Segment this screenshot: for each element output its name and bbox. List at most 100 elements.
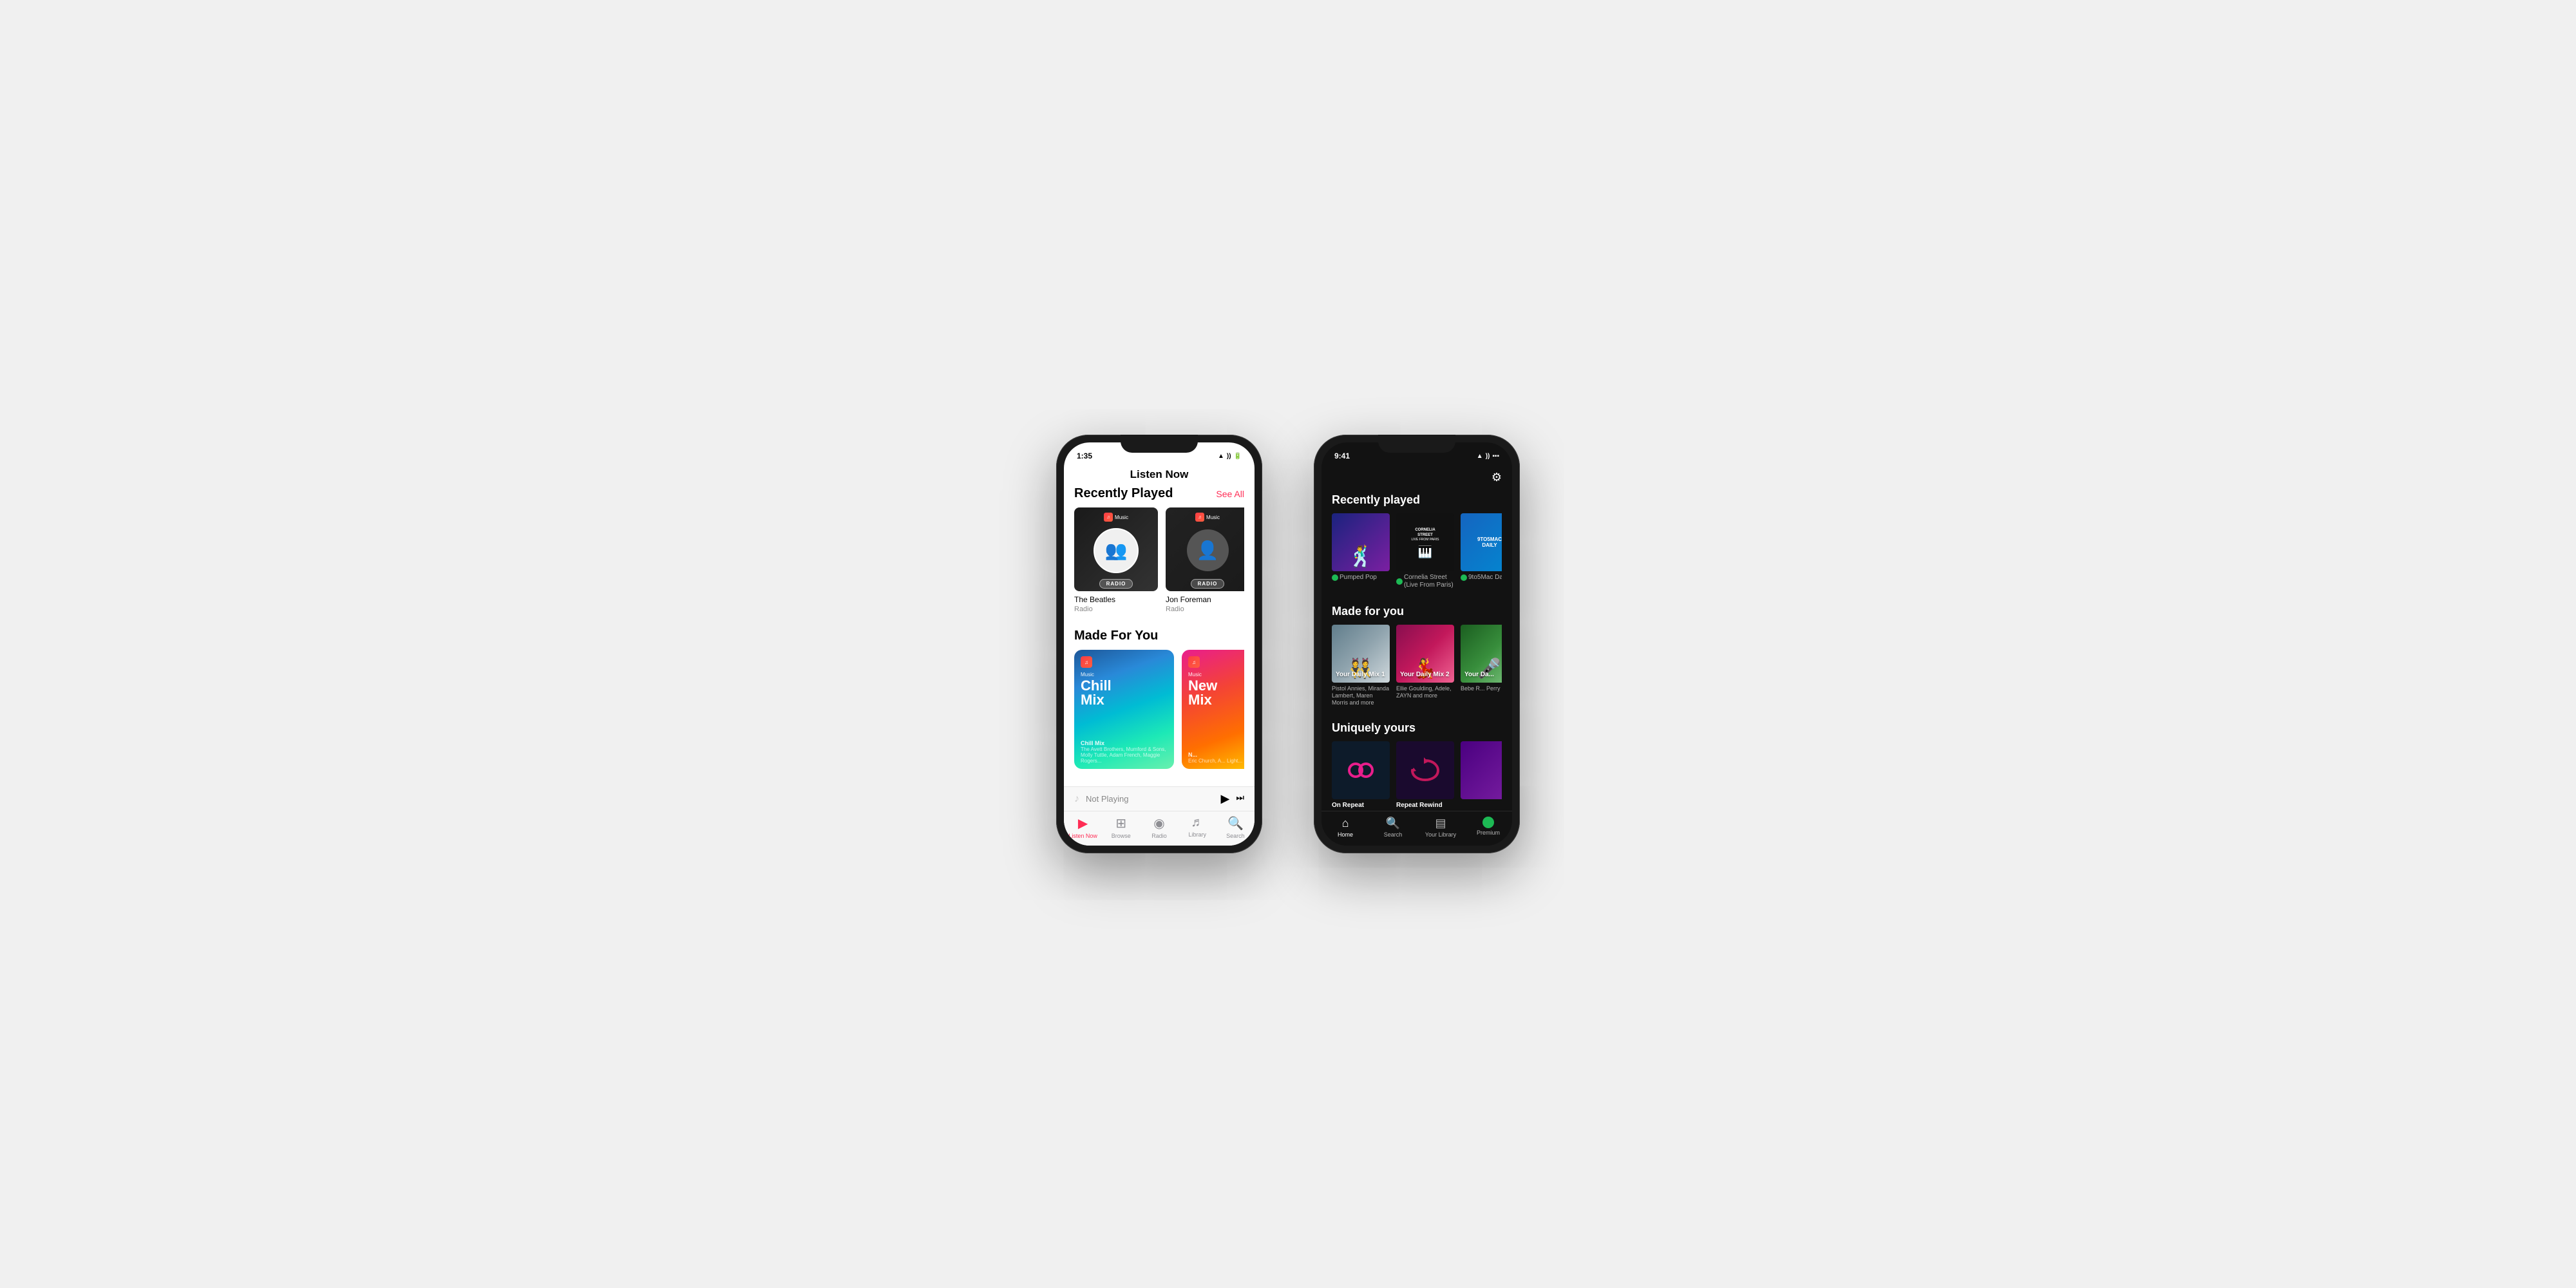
- sp-on-repeat-thumb: [1332, 741, 1390, 799]
- am-search-label: Search: [1226, 833, 1245, 839]
- am-library-label: Library: [1188, 831, 1206, 838]
- sp-recently-played-title: Recently played: [1332, 493, 1502, 507]
- sp-cornelia-visual: CORNELIASTREETLIVE FROM PARIS 🎹: [1409, 526, 1442, 559]
- sp-cornelia-label-row: Cornelia Street (Live From Paris): [1396, 574, 1454, 589]
- sp-repeat-rewind-item[interactable]: Repeat Rewind: [1396, 741, 1454, 809]
- sp-mix3-item[interactable]: 🎤 Your Da... Bebe R... Perry a...: [1461, 625, 1502, 706]
- sp-mix2-item[interactable]: 💃 Your Daily Mix 2 Ellie Goulding, Adele…: [1396, 625, 1454, 706]
- notch-spotify: [1378, 435, 1455, 453]
- am-tab-radio[interactable]: ◉ Radio: [1140, 815, 1178, 839]
- sp-mix2-overlay: Your Daily Mix 2: [1400, 671, 1450, 679]
- sp-wifi-icon: )): [1486, 453, 1490, 460]
- sp-uniquely-yours-title: Uniquely yours: [1332, 721, 1502, 735]
- sp-logo-cornelia: [1396, 578, 1403, 585]
- am-recently-played-header: Recently Played See All: [1074, 486, 1244, 501]
- am-listennow-label: Listen Now: [1068, 833, 1097, 839]
- am-see-all-button[interactable]: See All: [1216, 489, 1244, 499]
- sp-mix2-desc: Ellie Goulding, Adele, ZAYN and more: [1396, 685, 1454, 699]
- am-tab-bar: ▶ Listen Now ⊞ Browse ◉ Radio ♬ Library …: [1064, 811, 1255, 846]
- sp-tab-bar: ⌂ Home 🔍 Search ▤ Your Library Premium: [1321, 811, 1512, 846]
- am-jonforeman-thumb: ♫ Music 👤 RADIO: [1166, 507, 1244, 591]
- sp-home-icon: ⌂: [1342, 817, 1349, 830]
- person-silhouette: 👤: [1187, 529, 1229, 571]
- am-tab-listennow[interactable]: ▶ Listen Now: [1064, 815, 1102, 839]
- am-tab-library[interactable]: ♬ Library: [1179, 815, 1217, 839]
- sp-pumped-pop-thumb: 🕺: [1332, 513, 1390, 571]
- on-repeat-graphic: [1341, 751, 1380, 790]
- sp-dancer-icon: 🕺: [1348, 544, 1374, 569]
- am-listennow-icon: ▶: [1078, 815, 1088, 831]
- am-search-icon: 🔍: [1227, 815, 1244, 831]
- am-library-icon: ♬: [1191, 815, 1204, 830]
- radio-badge-jon: RADIO: [1191, 579, 1225, 589]
- am-skip-button[interactable]: ⏭: [1236, 792, 1244, 806]
- am-new-mix-card[interactable]: ♫ Music NewMix N... Eric Church, A... Li…: [1182, 650, 1244, 769]
- am-beatles-title: The Beatles: [1074, 595, 1158, 604]
- sp-battery-icon: ▪▪▪: [1492, 453, 1499, 460]
- am-mix-chill-desc: The Avett Brothers, Mumford & Sons, Moll…: [1081, 746, 1168, 764]
- sp-premium-icon: [1482, 817, 1494, 828]
- am-tab-search[interactable]: 🔍 Search: [1217, 815, 1255, 839]
- am-beatles-card[interactable]: ♫ Music 👥 RADIO The Beatles Radio: [1074, 507, 1158, 613]
- am-beatles-subtitle: Radio: [1074, 605, 1158, 613]
- am-np-music-icon: ♪: [1074, 793, 1079, 805]
- sp-on-repeat-item[interactable]: On Repeat: [1332, 741, 1390, 809]
- sp-mix3-desc: Bebe R... Perry a...: [1461, 685, 1502, 692]
- sp-mix3-thumb: 🎤 Your Da...: [1461, 625, 1502, 683]
- am-jonforeman-subtitle: Radio: [1166, 605, 1244, 613]
- am-chill-mix-card[interactable]: ♫ Music ChillMix Chill Mix The Avett Bro…: [1074, 650, 1174, 769]
- sp-library-icon: ▤: [1435, 817, 1446, 830]
- am-recently-played-title: Recently Played: [1074, 486, 1173, 501]
- sp-tab-search[interactable]: 🔍 Search: [1369, 817, 1417, 838]
- apple-music-logo-2: ♫ Music: [1195, 513, 1220, 522]
- am-np-title: Not Playing: [1086, 794, 1215, 804]
- beatles-visual: ♫ Music 👥 RADIO: [1074, 507, 1158, 591]
- sp-mix1-item[interactable]: 👯 Your Daily Mix 1 Pistol Annies, Mirand…: [1332, 625, 1390, 706]
- sp-made-title: Made for you: [1332, 605, 1502, 618]
- sp-9to5-visual: 9TO5MACDAILY: [1477, 536, 1502, 548]
- am-mix-cards: ♫ Music ChillMix Chill Mix The Avett Bro…: [1074, 650, 1244, 769]
- sp-cornelia-thumb: CORNELIASTREETLIVE FROM PARIS 🎹: [1396, 513, 1454, 571]
- am-play-button[interactable]: ▶: [1221, 792, 1230, 806]
- am-np-controls: ▶ ⏭: [1221, 792, 1244, 806]
- am-mix-new-desc: Eric Church, A... Light...: [1188, 758, 1244, 764]
- status-time: 1:35: [1077, 451, 1092, 460]
- sp-mix1-label: Your Daily Mix 1: [1336, 671, 1386, 679]
- sp-logo-pumped: [1332, 574, 1338, 581]
- sp-content: ⚙ Recently played 🕺 Pumped Pop: [1321, 466, 1512, 811]
- sp-cornelia-item[interactable]: CORNELIASTREETLIVE FROM PARIS 🎹 Cornelia…: [1396, 513, 1454, 589]
- sp-unique-3-item[interactable]: [1461, 741, 1502, 809]
- am-mix-new-title: NewMix: [1188, 679, 1244, 707]
- sp-9to5-item[interactable]: 9TO5MACDAILY 9to5Mac Daily: [1461, 513, 1502, 589]
- battery-icon: 🔋: [1234, 453, 1242, 460]
- am-mix-chill-name: Chill Mix: [1081, 740, 1168, 746]
- sp-on-repeat-title: On Repeat: [1332, 802, 1390, 809]
- sp-tab-home[interactable]: ⌂ Home: [1321, 817, 1369, 838]
- am-mix-new-name: N...: [1188, 752, 1244, 758]
- am-now-playing-bar[interactable]: ♪ Not Playing ▶ ⏭: [1064, 786, 1255, 811]
- am-beatles-thumb: ♫ Music 👥 RADIO: [1074, 507, 1158, 591]
- sp-library-label: Your Library: [1425, 831, 1456, 838]
- sp-mix3-overlay: Your Da...: [1464, 671, 1502, 679]
- sp-mix2-label: Your Daily Mix 2: [1400, 671, 1450, 679]
- sp-tab-premium[interactable]: Premium: [1464, 817, 1512, 838]
- beatles-circle: 👥: [1094, 528, 1139, 573]
- am-browse-label: Browse: [1112, 833, 1131, 839]
- am-jonforeman-card[interactable]: ♫ Music 👤 RADIO Jon Foreman Radio: [1166, 507, 1244, 613]
- cornelia-piano-icon: 🎹: [1409, 545, 1442, 559]
- sp-logo-9to5: [1461, 574, 1467, 581]
- sp-pumped-pop-item[interactable]: 🕺 Pumped Pop: [1332, 513, 1390, 589]
- sp-9to5-label: 9to5Mac Daily: [1468, 574, 1502, 582]
- sp-tab-library[interactable]: ▤ Your Library: [1417, 817, 1464, 838]
- sp-mix1-overlay: Your Daily Mix 1: [1336, 671, 1386, 679]
- am-content: Recently Played See All ♫ Music: [1064, 486, 1255, 786]
- apple-music-logo: ♫ Music: [1104, 513, 1128, 522]
- sp-mix2-thumb: 💃 Your Daily Mix 2: [1396, 625, 1454, 683]
- sp-search-icon: 🔍: [1386, 817, 1400, 830]
- sp-gear-icon[interactable]: ⚙: [1492, 471, 1502, 484]
- sp-status-icons: ▲ )) ▪▪▪: [1477, 453, 1499, 460]
- am-tab-browse[interactable]: ⊞ Browse: [1102, 815, 1140, 839]
- sp-recently-played-list: 🕺 Pumped Pop CORNELIASTREETLIVE FR: [1332, 513, 1502, 592]
- notch: [1121, 435, 1198, 453]
- am-mix-new-brand: Music: [1188, 672, 1244, 677]
